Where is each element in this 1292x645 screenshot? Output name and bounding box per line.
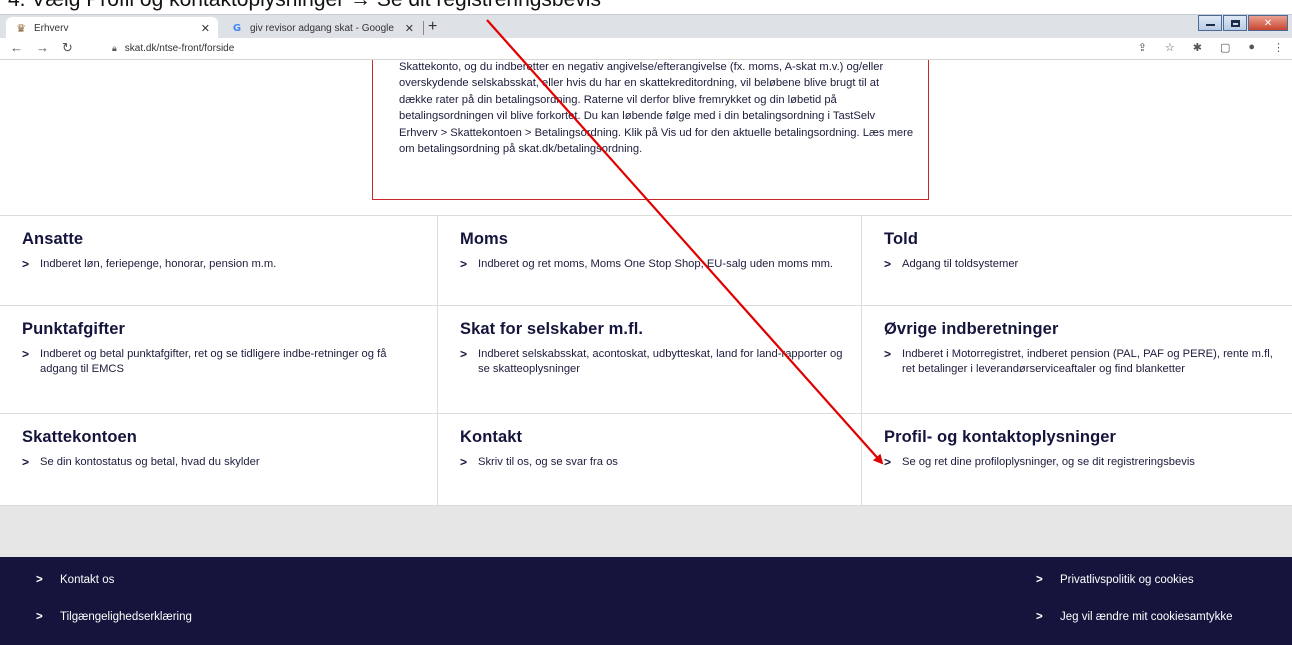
browser-toolbar: ← → ↻ 🔒︎ skat.dk/ntse-front/forside ⇪ ☆ … bbox=[0, 38, 1292, 60]
share-icon[interactable]: ⇪ bbox=[1138, 41, 1147, 54]
caption: 4. Vælg Profil og kontaktoplysninger → S… bbox=[0, 0, 1292, 14]
section-profil-og-kontaktoplysninger: Profil- og kontaktoplysninger > Se og ret… bbox=[861, 414, 1292, 505]
betalingsordning-notice: Skattekonto, og du indberetter en negati… bbox=[372, 60, 929, 200]
chevron-right-icon: > bbox=[884, 455, 892, 469]
google-icon: G bbox=[232, 22, 242, 34]
sidepanel-icon[interactable]: ▢ bbox=[1220, 41, 1230, 54]
address-bar[interactable]: 🔒︎ skat.dk/ntse-front/forside bbox=[112, 40, 234, 56]
chevron-right-icon: > bbox=[22, 455, 30, 469]
tab-separator bbox=[423, 21, 424, 35]
section-title[interactable]: Kontakt bbox=[460, 428, 849, 447]
section-oevrige-indberetninger: Øvrige indberetninger > Indberet i Motorr… bbox=[861, 306, 1292, 413]
window-controls: ✕ bbox=[1197, 15, 1288, 31]
chevron-right-icon: > bbox=[22, 347, 30, 361]
chevron-right-icon: > bbox=[460, 455, 468, 469]
section-row: Skattekontoen > Se din kontostatus og bet… bbox=[0, 413, 1292, 505]
section-link[interactable]: > Indberet og betal punktafgifter, ret og… bbox=[22, 347, 425, 376]
star-icon[interactable]: ☆ bbox=[1165, 41, 1175, 54]
chevron-right-icon: > bbox=[36, 574, 43, 586]
section-link[interactable]: > Adgang til toldsystemer bbox=[884, 257, 1280, 272]
section-skat-for-selskaber: Skat for selskaber m.fl. > Indberet selsk… bbox=[437, 306, 861, 413]
url-text[interactable]: skat.dk/ntse-front/forside bbox=[125, 43, 235, 54]
section-title[interactable]: Punktafgifter bbox=[22, 320, 425, 339]
section-title[interactable]: Moms bbox=[460, 230, 849, 249]
section-kontakt: Kontakt > Skriv til os, og se svar fra os bbox=[437, 414, 861, 505]
chevron-right-icon: > bbox=[460, 347, 468, 361]
section-link[interactable]: > Se og ret dine profiloplysninger, og se… bbox=[884, 455, 1280, 470]
skat-crown-icon: ♛ bbox=[16, 22, 26, 35]
footer-link-cookiesamtykke[interactable]: > Jeg vil ændre mit cookiesamtykke bbox=[1036, 611, 1233, 623]
tab-title: giv revisor adgang skat - Google bbox=[250, 22, 394, 34]
chevron-right-icon: > bbox=[884, 347, 892, 361]
back-icon[interactable]: ← bbox=[10, 40, 23, 56]
page-content: Skattekonto, og du indberetter en negati… bbox=[0, 60, 1292, 645]
section-skattekontoen: Skattekontoen > Se din kontostatus og bet… bbox=[0, 414, 437, 505]
section-link[interactable]: > Skriv til os, og se svar fra os bbox=[460, 455, 849, 470]
section-title[interactable]: Profil- og kontaktoplysninger bbox=[884, 428, 1280, 447]
chevron-right-icon: > bbox=[884, 257, 892, 271]
extensions-icon[interactable]: ✱ bbox=[1193, 41, 1202, 54]
close-window-button[interactable]: ✕ bbox=[1248, 15, 1288, 31]
chevron-right-icon: > bbox=[22, 257, 30, 271]
section-link[interactable]: > Se din kontostatus og betal, hvad du sk… bbox=[22, 455, 425, 470]
section-title[interactable]: Told bbox=[884, 230, 1280, 249]
section-moms: Moms > Indberet og ret moms, Moms One Sto… bbox=[437, 216, 861, 305]
reload-icon[interactable]: ↻ bbox=[62, 40, 73, 56]
tab-google-search[interactable]: G giv revisor adgang skat - Google ✕ bbox=[222, 17, 422, 39]
menu-icon[interactable]: ⋮ bbox=[1273, 41, 1284, 54]
toolbar-icons: ⇪ ☆ ✱ ▢ ● ⋮ bbox=[1138, 41, 1284, 54]
section-link[interactable]: > Indberet og ret moms, Moms One Stop Sho… bbox=[460, 257, 849, 272]
footer-link-tilgaengelighed[interactable]: > Tilgængelighedserklæring bbox=[36, 611, 192, 623]
close-tab-icon[interactable]: ✕ bbox=[405, 22, 414, 35]
forward-icon[interactable]: → bbox=[36, 40, 49, 56]
section-told: Told > Adgang til toldsystemer bbox=[861, 216, 1292, 305]
section-row: Ansatte > Indberet løn, feriepenge, honor… bbox=[0, 215, 1292, 305]
chevron-right-icon: > bbox=[1036, 611, 1043, 623]
close-tab-icon[interactable]: ✕ bbox=[201, 22, 210, 35]
chevron-right-icon: > bbox=[460, 257, 468, 271]
footer: > Kontakt os > Tilgængelighedserklæring … bbox=[0, 557, 1292, 645]
tab-erhverv[interactable]: ♛ Erhverv ✕ bbox=[6, 17, 218, 39]
section-title[interactable]: Øvrige indberetninger bbox=[884, 320, 1280, 339]
section-title[interactable]: Ansatte bbox=[22, 230, 425, 249]
section-link[interactable]: > Indberet selskabsskat, acontoskat, udby… bbox=[460, 347, 849, 376]
notice-text: Skattekonto, og du indberetter en negati… bbox=[399, 61, 914, 156]
section-link[interactable]: > Indberet løn, feriepenge, honorar, pens… bbox=[22, 257, 425, 272]
section-title[interactable]: Skat for selskaber m.fl. bbox=[460, 320, 849, 339]
new-tab-button[interactable]: + bbox=[428, 17, 437, 37]
chevron-right-icon: > bbox=[36, 611, 43, 623]
profile-icon[interactable]: ● bbox=[1248, 41, 1255, 54]
section-ansatte: Ansatte > Indberet løn, feriepenge, honor… bbox=[0, 216, 437, 305]
section-title[interactable]: Skattekontoen bbox=[22, 428, 425, 447]
section-link[interactable]: > Indberet i Motorregistret, indberet pen… bbox=[884, 347, 1280, 376]
chevron-right-icon: > bbox=[1036, 574, 1043, 586]
maximize-button[interactable] bbox=[1223, 15, 1247, 31]
minimize-button[interactable] bbox=[1198, 15, 1222, 31]
tab-title: Erhverv bbox=[34, 22, 69, 34]
caption-text: 4. Vælg Profil og kontaktoplysninger → S… bbox=[8, 0, 601, 13]
section-row: Punktafgifter > Indberet og betal punktaf… bbox=[0, 305, 1292, 413]
section-punktafgifter: Punktafgifter > Indberet og betal punktaf… bbox=[0, 306, 437, 413]
tab-strip: ♛ Erhverv ✕ G giv revisor adgang skat - … bbox=[0, 14, 1292, 39]
footer-link-kontakt-os[interactable]: > Kontakt os bbox=[36, 574, 114, 586]
footer-link-privatliv[interactable]: > Privatlivspolitik og cookies bbox=[1036, 574, 1194, 586]
lock-icon[interactable]: 🔒︎ bbox=[112, 43, 117, 54]
grey-spacer-band bbox=[0, 505, 1292, 557]
